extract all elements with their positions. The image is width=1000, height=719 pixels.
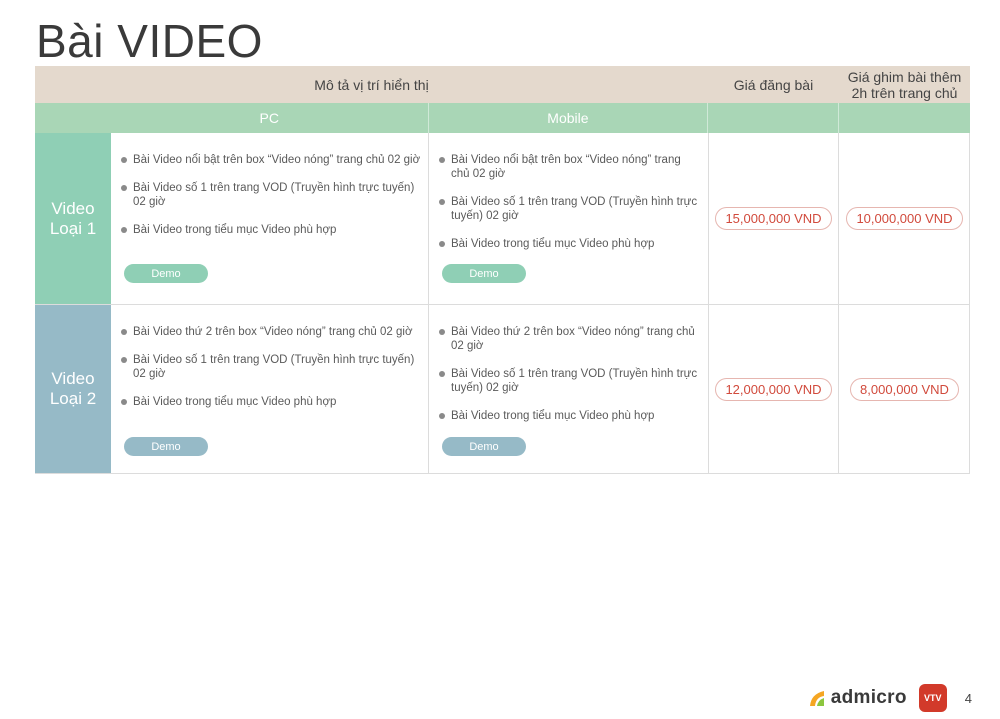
admicro-logo: admicro: [807, 687, 907, 709]
list-item: Bài Video trong tiểu mục Video phù hợp: [121, 223, 422, 237]
pin-price-cell: 10,000,000 VND: [839, 133, 970, 304]
table-header-top: Mô tả vị trí hiển thị Giá đăng bài Giá g…: [35, 66, 970, 103]
header-description: Mô tả vị trí hiển thị: [314, 76, 429, 93]
list-item: Bài Video số 1 trên trang VOD (Truyền hì…: [121, 181, 422, 209]
demo-button[interactable]: Demo: [442, 437, 526, 456]
list-item: Bài Video thứ 2 trên box “Video nóng” tr…: [439, 325, 702, 353]
list-item: Bài Video số 1 trên trang VOD (Truyền hì…: [439, 367, 702, 395]
list-item: Bài Video số 1 trên trang VOD (Truyền hì…: [439, 195, 702, 223]
header-pin-line1: Giá ghim bài thêm: [847, 68, 962, 85]
pin-price-badge: 10,000,000 VND: [846, 207, 963, 230]
table-row: Video Loại 2 Bài Video thứ 2 trên box “V…: [35, 305, 970, 474]
admicro-logo-icon: [809, 691, 824, 706]
list-item: Bài Video trong tiểu mục Video phù hợp: [439, 409, 702, 423]
list-item: Bài Video trong tiểu mục Video phù hợp: [439, 237, 702, 251]
price-cell: 12,000,000 VND: [709, 305, 839, 473]
table-header-platforms: PC Mobile: [35, 103, 970, 133]
pin-price-badge: 8,000,000 VND: [850, 377, 959, 401]
header-pin-line2: 2h trên trang chủ: [851, 84, 958, 101]
price-badge: 15,000,000 VND: [715, 207, 832, 230]
row-label: Video Loại 2: [35, 305, 111, 473]
header-pin-price: Giá ghim bài thêm 2h trên trang chủ: [839, 66, 970, 103]
demo-button[interactable]: Demo: [124, 264, 208, 283]
header-price: Giá đăng bài: [733, 76, 814, 93]
mobile-description-cell: Bài Video thứ 2 trên box “Video nóng” tr…: [429, 305, 709, 473]
demo-button[interactable]: Demo: [124, 437, 208, 456]
list-item: Bài Video nổi bật trên box “Video nóng” …: [439, 153, 702, 181]
page-title: Bài VIDEO: [36, 15, 263, 67]
mobile-description-cell: Bài Video nổi bật trên box “Video nóng” …: [429, 133, 709, 304]
pin-price-cell: 8,000,000 VND: [839, 305, 970, 473]
admicro-wordmark: admicro: [830, 687, 907, 708]
list-item: Bài Video số 1 trên trang VOD (Truyền hì…: [121, 353, 422, 381]
list-item: Bài Video thứ 2 trên box “Video nóng” tr…: [121, 325, 422, 339]
vtv-logo-icon: VTV: [918, 684, 947, 712]
pc-description-cell: Bài Video nổi bật trên box “Video nóng” …: [111, 133, 429, 304]
header-pc: PC: [111, 103, 429, 133]
pc-description-cell: Bài Video thứ 2 trên box “Video nóng” tr…: [111, 305, 429, 473]
list-item: Bài Video trong tiểu mục Video phù hợp: [121, 395, 422, 409]
row-label: Video Loại 1: [35, 133, 111, 304]
price-cell: 15,000,000 VND: [709, 133, 839, 304]
footer: admicro VTV 4: [807, 684, 972, 712]
table-row: Video Loại 1 Bài Video nổi bật trên box …: [35, 133, 970, 305]
page-number: 4: [964, 690, 972, 706]
list-item: Bài Video nổi bật trên box “Video nóng” …: [121, 153, 422, 167]
demo-button[interactable]: Demo: [442, 264, 526, 283]
price-badge: 12,000,000 VND: [715, 377, 832, 401]
header-mobile: Mobile: [429, 103, 709, 133]
